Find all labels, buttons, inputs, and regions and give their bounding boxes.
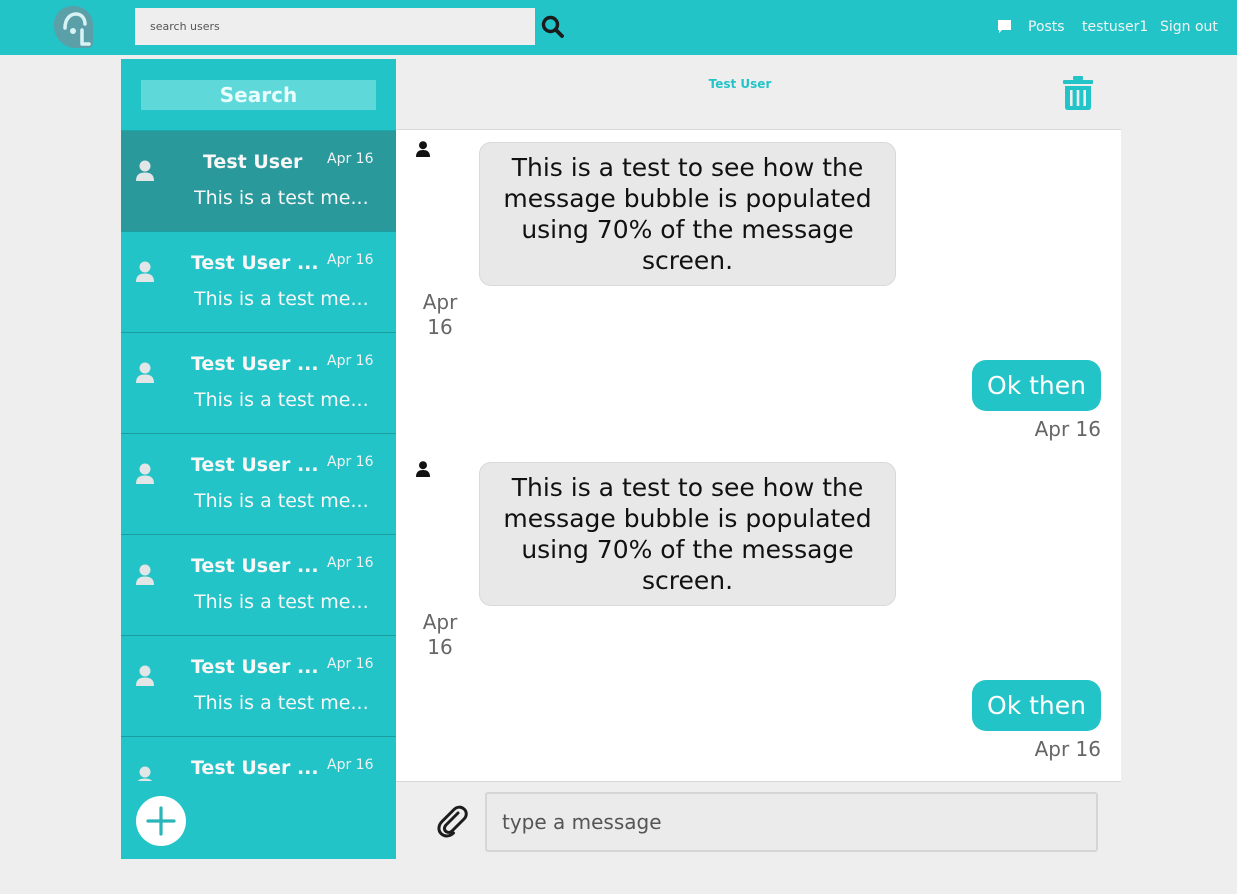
message-timestamp: Apr 16	[422, 290, 458, 339]
conversation-date: Apr 16	[327, 252, 374, 268]
sidebar-footer	[121, 781, 396, 859]
user-search-input[interactable]	[135, 8, 535, 45]
conversation-name: Test User ...	[191, 454, 319, 476]
conversation-date: Apr 16	[327, 656, 374, 672]
chat-header: Test User	[396, 59, 1121, 130]
conversation-item[interactable]: Test User ... Apr 16 This is a test me..…	[121, 232, 396, 333]
message-composer	[396, 781, 1121, 859]
message-input[interactable]	[485, 792, 1098, 852]
conversation-list: Test User Apr 16 This is a test me... Te…	[121, 131, 396, 781]
conversation-search-input[interactable]	[141, 80, 376, 110]
conversation-date: Apr 16	[327, 555, 374, 571]
search-icon[interactable]	[540, 14, 566, 40]
conversation-preview: This is a test me...	[194, 288, 369, 310]
plus-icon	[146, 806, 176, 836]
conversation-date: Apr 16	[327, 353, 374, 369]
conversation-preview: This is a test me...	[194, 389, 369, 411]
message-timestamp: Apr 16	[1034, 417, 1101, 441]
trash-icon[interactable]	[1063, 76, 1093, 110]
conversation-item[interactable]: Test User ... Apr 16 This is a test me..…	[121, 333, 396, 434]
sender-avatar-icon	[416, 461, 430, 477]
message-timestamp: Apr 16	[1034, 737, 1101, 761]
user-avatar-icon	[136, 160, 154, 181]
conversation-date: Apr 16	[327, 151, 374, 167]
conversation-name: Test User ...	[191, 353, 319, 375]
username-link[interactable]: testuser1	[1082, 19, 1148, 35]
outgoing-message-bubble: Ok then	[972, 360, 1101, 411]
outgoing-message-bubble: Ok then	[972, 680, 1101, 731]
user-avatar-icon	[136, 463, 154, 484]
chat-title: Test User	[708, 77, 772, 91]
conversation-item[interactable]: Test User ... Apr 16	[121, 737, 396, 781]
user-avatar-icon	[136, 362, 154, 383]
user-avatar-icon	[136, 665, 154, 686]
chat-bubble-icon[interactable]	[996, 18, 1013, 35]
conversation-preview: This is a test me...	[194, 692, 369, 714]
conversation-preview: This is a test me...	[194, 591, 369, 613]
message-timestamp: Apr 16	[422, 610, 458, 659]
conversation-name: Test User ...	[191, 656, 319, 678]
user-avatar-icon	[136, 564, 154, 585]
sign-out-link[interactable]: Sign out	[1160, 19, 1218, 35]
message-thread: This is a test to see how the message bu…	[396, 130, 1121, 781]
conversation-item[interactable]: Test User Apr 16 This is a test me...	[121, 131, 396, 232]
user-avatar-icon	[136, 261, 154, 282]
conversation-date: Apr 16	[327, 454, 374, 470]
top-navbar: Posts testuser1 Sign out	[0, 0, 1237, 55]
conversation-item[interactable]: Test User ... Apr 16 This is a test me..…	[121, 636, 396, 737]
sidebar-header	[121, 59, 396, 131]
conversation-item[interactable]: Test User ... Apr 16 This is a test me..…	[121, 434, 396, 535]
conversation-name: Test User ...	[191, 252, 319, 274]
user-avatar-icon	[137, 766, 153, 781]
conversation-preview: This is a test me...	[194, 490, 369, 512]
conversation-name: Test User ...	[191, 555, 319, 577]
conversation-preview: This is a test me...	[194, 187, 369, 209]
conversation-sidebar: Test User Apr 16 This is a test me... Te…	[121, 59, 396, 859]
posts-link[interactable]: Posts	[1028, 19, 1065, 35]
conversation-date: Apr 16	[327, 757, 374, 773]
incoming-message-bubble: This is a test to see how the message bu…	[479, 142, 896, 286]
conversation-name: Test User	[203, 151, 303, 173]
ear-logo-icon[interactable]	[52, 4, 94, 50]
new-conversation-button[interactable]	[136, 796, 186, 846]
conversation-name: Test User ...	[191, 757, 319, 779]
sender-avatar-icon	[416, 141, 430, 157]
paperclip-icon[interactable]	[436, 804, 468, 838]
conversation-item[interactable]: Test User ... Apr 16 This is a test me..…	[121, 535, 396, 636]
incoming-message-bubble: This is a test to see how the message bu…	[479, 462, 896, 606]
